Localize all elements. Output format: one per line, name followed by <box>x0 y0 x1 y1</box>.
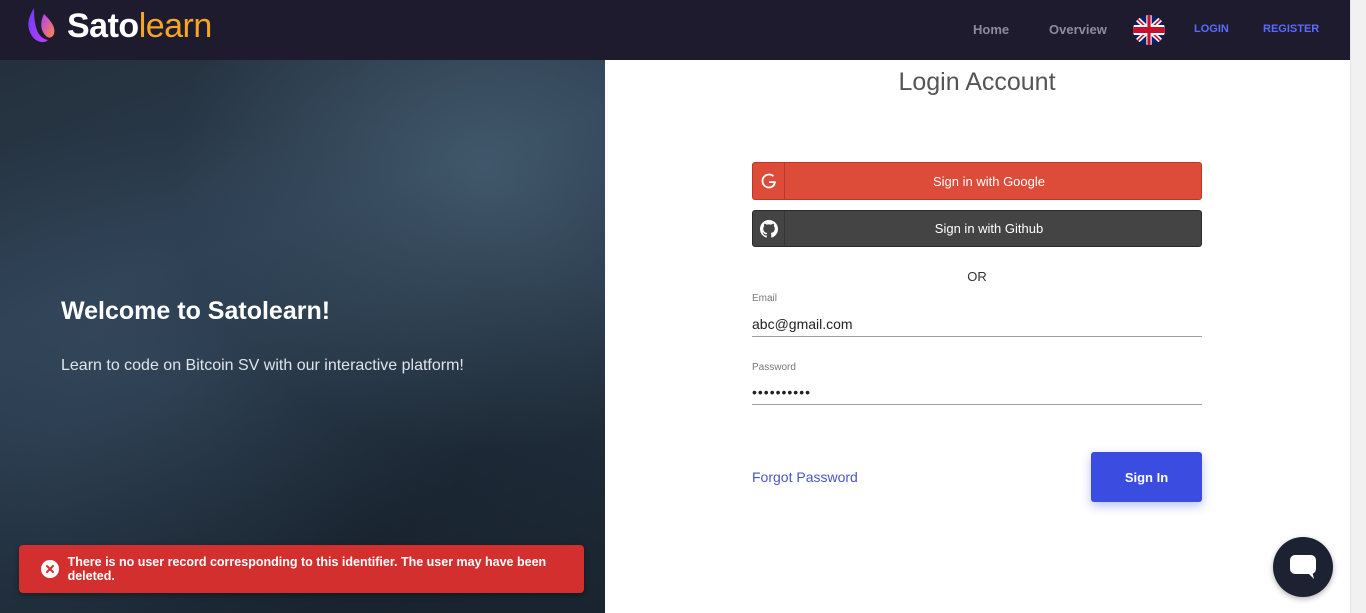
google-signin-label: Sign in with Google <box>932 173 1045 189</box>
forgot-password-link[interactable]: Forgot Password <box>752 469 858 485</box>
github-signin-button[interactable]: Sign in with Github <box>752 210 1202 247</box>
or-divider: OR <box>967 269 987 284</box>
logo[interactable]: Satolearn <box>24 6 212 46</box>
nav-login-link[interactable]: LOGIN <box>1194 23 1229 35</box>
logo-text-sato: Sato <box>67 7 139 45</box>
password-label: Password <box>752 362 796 373</box>
nav-register-link[interactable]: REGISTER <box>1263 23 1319 35</box>
email-field[interactable] <box>752 311 1202 337</box>
logo-flame-icon <box>28 8 55 43</box>
chat-bubble-icon <box>1290 555 1316 579</box>
error-message: There is no user record corresponding to… <box>67 555 547 583</box>
uk-flag-icon[interactable] <box>1133 15 1165 45</box>
page-scrollbar[interactable] <box>1350 0 1366 613</box>
nav-home-link[interactable]: Home <box>973 22 1009 37</box>
login-title: Login Account <box>898 68 1056 96</box>
hero-subtitle: Learn to code on Bitcoin SV with our int… <box>61 357 464 374</box>
nav-overview-link[interactable]: Overview <box>1049 22 1107 37</box>
github-icon <box>753 211 785 246</box>
github-signin-label: Sign in with Github <box>934 221 1044 236</box>
email-label: Email <box>752 293 778 304</box>
logo-text-learn: learn <box>138 7 213 45</box>
sign-in-button[interactable]: Sign In <box>1091 452 1202 502</box>
hero-title: Welcome to Satolearn! <box>61 297 331 325</box>
logo-text: Satolearn <box>67 9 212 43</box>
hero-panel: Welcome to Satolearn! Learn to code on B… <box>0 60 605 613</box>
google-signin-button[interactable]: Sign in with Google <box>752 162 1202 200</box>
password-field[interactable] <box>752 379 1202 405</box>
top-navbar: Satolearn Home Overview LOGIN REGISTER <box>0 0 1350 60</box>
chat-widget-button[interactable] <box>1273 537 1333 597</box>
error-toast[interactable]: There is no user record corresponding to… <box>19 545 584 593</box>
error-close-icon[interactable] <box>41 560 59 578</box>
google-icon <box>753 163 785 199</box>
